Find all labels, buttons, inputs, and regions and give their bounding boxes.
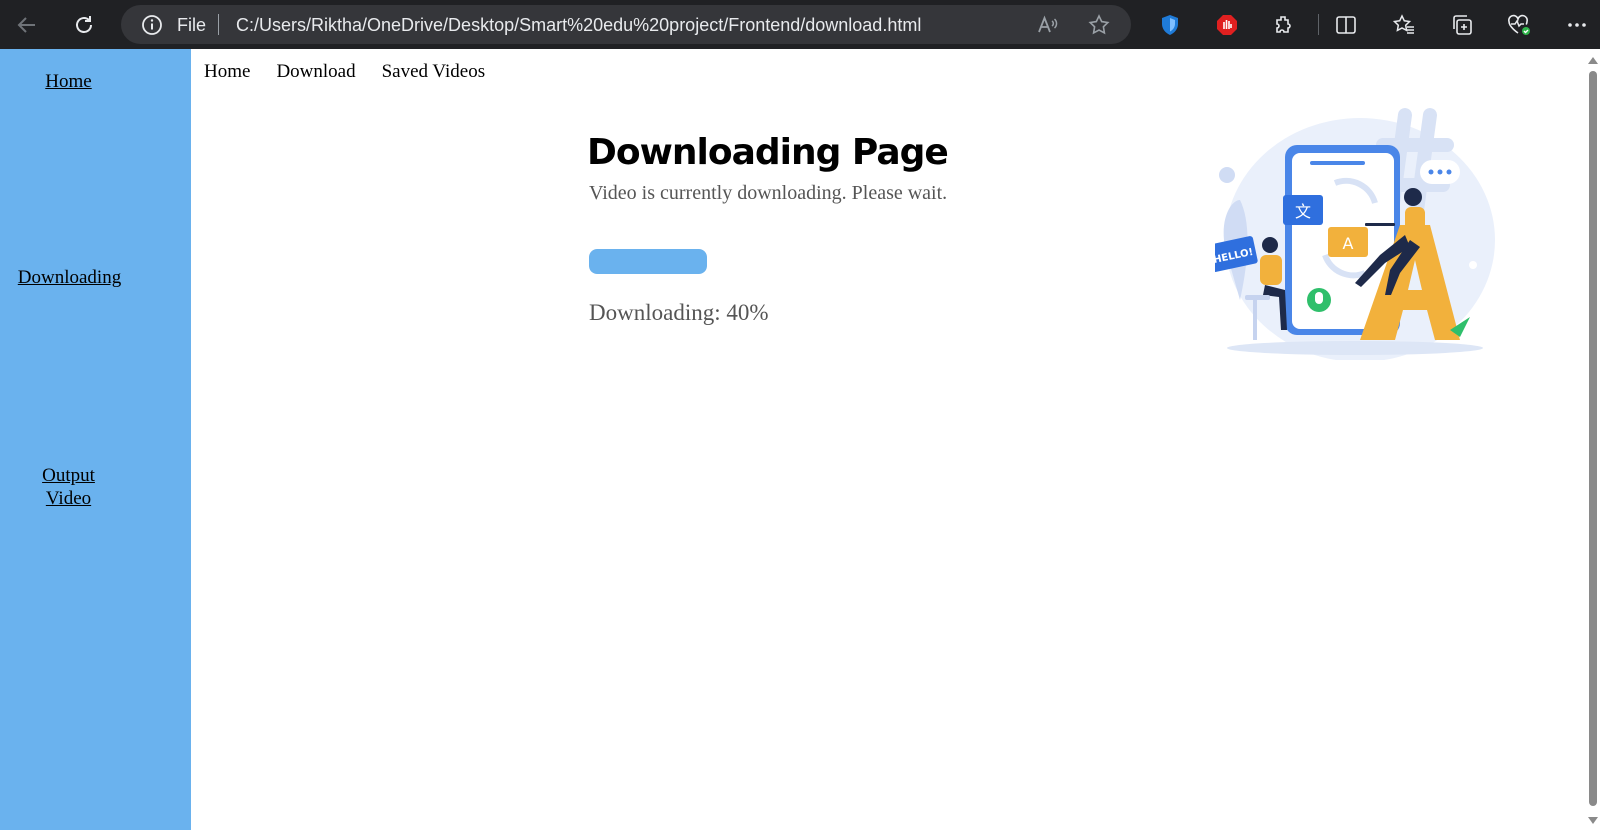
extensions-icon <box>1276 16 1291 33</box>
topnav-home[interactable]: Home <box>204 61 250 83</box>
back-arrow-icon <box>17 17 35 33</box>
page-title: Downloading Page <box>587 132 949 173</box>
illustration-cjk-glyph: 文 <box>1295 202 1311 221</box>
favorite-star-icon[interactable] <box>1087 13 1111 37</box>
sidebar-link-output-line2: Video <box>45 488 92 509</box>
stop-extension-button[interactable] <box>1211 9 1243 41</box>
info-icon[interactable] <box>141 14 163 36</box>
download-progress-fill <box>589 249 707 274</box>
sidebar-link-downloading[interactable]: Downloading <box>0 266 139 289</box>
more-button[interactable] <box>1561 9 1593 41</box>
browser-toolbar: File C:/Users/Riktha/OneDrive/Desktop/Sm… <box>0 0 1600 49</box>
browser-health-button[interactable] <box>1503 9 1535 41</box>
read-aloud-icon[interactable] <box>1036 13 1060 37</box>
sidebar-link-home[interactable]: Home <box>0 70 137 93</box>
topnav-download[interactable]: Download <box>276 61 355 83</box>
collections-icon <box>1453 15 1472 35</box>
back-button[interactable] <box>11 9 43 41</box>
more-icon <box>1568 23 1586 27</box>
collections-button[interactable] <box>1446 9 1478 41</box>
sidebar-link-output-video[interactable]: Output Video <box>0 464 137 510</box>
refresh-icon <box>76 16 92 33</box>
refresh-button[interactable] <box>68 9 100 41</box>
download-progress-text: Downloading: 40% <box>589 300 769 325</box>
stop-hand-icon <box>1217 15 1237 35</box>
scroll-up-arrow[interactable] <box>1588 57 1598 64</box>
split-screen-button[interactable] <box>1330 9 1362 41</box>
sidebar: Home Downloading Output Video <box>0 49 191 830</box>
download-progress-bar <box>589 249 707 274</box>
language-learning-illustration: 文 A HELLO! <box>1215 108 1495 360</box>
split-screen-icon <box>1336 16 1356 34</box>
shield-extension-button[interactable] <box>1154 9 1186 41</box>
page-scrollbar[interactable] <box>1586 49 1600 830</box>
page-subtitle: Video is currently downloading. Please w… <box>589 182 948 204</box>
scroll-thumb[interactable] <box>1589 71 1597 806</box>
extensions-button[interactable] <box>1268 9 1300 41</box>
health-icon <box>1508 14 1530 35</box>
file-label: File <box>177 15 207 35</box>
topnav-saved-videos[interactable]: Saved Videos <box>382 61 486 83</box>
shield-icon <box>1162 15 1178 35</box>
favorites-button[interactable] <box>1388 9 1420 41</box>
url-text[interactable]: C:/Users/Riktha/OneDrive/Desktop/Smart%2… <box>236 15 921 36</box>
address-separator <box>218 14 219 35</box>
illustration-latin-glyph: A <box>1343 234 1354 253</box>
toolbar-separator <box>1318 14 1319 35</box>
sidebar-link-output-line1: Output <box>42 465 95 486</box>
scroll-down-arrow[interactable] <box>1588 817 1598 824</box>
top-navigation: Home Download Saved Videos <box>204 61 485 83</box>
favorites-icon <box>1392 14 1414 34</box>
address-bar[interactable]: File C:/Users/Riktha/OneDrive/Desktop/Sm… <box>121 5 1131 44</box>
